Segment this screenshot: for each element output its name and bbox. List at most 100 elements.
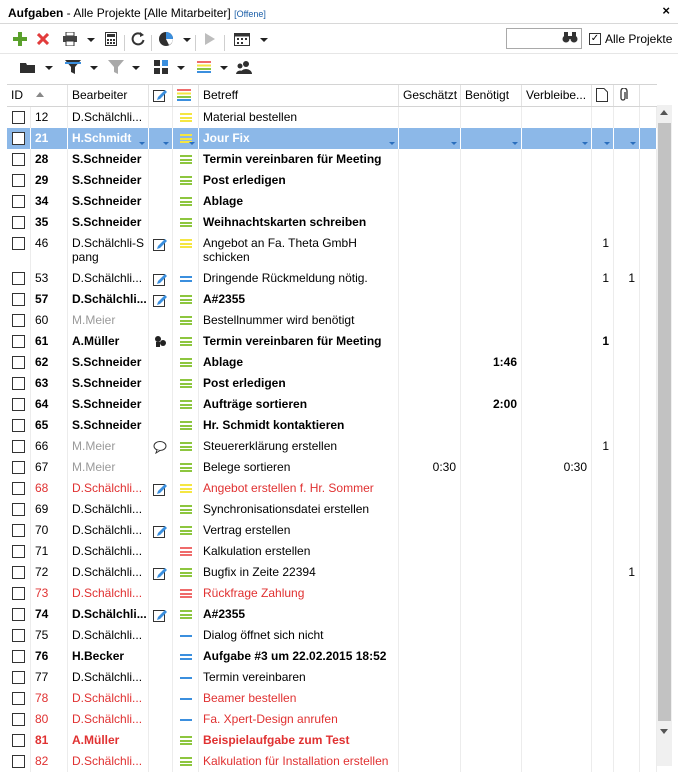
row-checkbox[interactable]	[12, 608, 25, 621]
table-row[interactable]: 60 M.Meier Bestellnummer wird benötigt	[7, 310, 657, 331]
vertical-scrollbar[interactable]	[657, 105, 672, 766]
calculator-icon[interactable]	[101, 29, 121, 49]
col-verbleibend[interactable]: Verbleibe...	[522, 85, 592, 106]
row-checkbox[interactable]	[12, 650, 25, 663]
users-icon[interactable]	[234, 57, 254, 77]
row-checkbox[interactable]	[12, 237, 25, 250]
cell-dropdown-icon[interactable]	[630, 142, 636, 145]
table-row[interactable]: 61 A.Müller Termin vereinbaren für Meeting…	[7, 331, 657, 352]
row-checkbox[interactable]	[12, 356, 25, 369]
row-checkbox[interactable]	[12, 482, 25, 495]
table-row[interactable]: 75 D.Schälchli... Dialog öffnet sich nicht	[7, 625, 657, 646]
scrollbar-thumb[interactable]	[658, 123, 671, 721]
row-checkbox[interactable]	[12, 398, 25, 411]
edit-note-icon[interactable]	[153, 272, 167, 286]
table-row[interactable]: 82 D.Schälchli... Kalkulation für Installa…	[7, 751, 657, 772]
table-row[interactable]: 21 H.Schmidt Jour Fix	[7, 128, 657, 149]
row-checkbox[interactable]	[12, 272, 25, 285]
group-dropdown-icon[interactable]	[177, 66, 185, 70]
table-row[interactable]: 29 S.Schneider Post erledigen	[7, 170, 657, 191]
row-checkbox[interactable]	[12, 629, 25, 642]
cell-dropdown-icon[interactable]	[604, 142, 610, 145]
row-checkbox[interactable]	[12, 713, 25, 726]
alle-projekte-label[interactable]: Alle Projekte	[605, 32, 672, 46]
col-bearbeiter[interactable]: Bearbeiter	[68, 85, 149, 106]
table-row[interactable]: 63 S.Schneider Post erledigen	[7, 373, 657, 394]
table-row[interactable]: 35 S.Schneider Weihnachtskarten schreiben	[7, 212, 657, 233]
filter-icon[interactable]	[106, 57, 126, 77]
table-row[interactable]: 77 D.Schälchli... Termin vereinbaren	[7, 667, 657, 688]
col-documents[interactable]	[592, 85, 614, 106]
row-checkbox[interactable]	[12, 153, 25, 166]
row-checkbox[interactable]	[12, 734, 25, 747]
scroll-down-icon[interactable]	[660, 729, 668, 734]
chart-dropdown-icon[interactable]	[183, 38, 191, 42]
close-icon[interactable]: ×	[662, 3, 670, 18]
group-icon[interactable]	[151, 57, 171, 77]
filter-active-icon[interactable]	[63, 57, 83, 77]
table-row[interactable]: 70 D.Schälchli... Vertrag erstellen	[7, 520, 657, 541]
table-row[interactable]: 65 S.Schneider Hr. Schmidt kontaktieren	[7, 415, 657, 436]
priority-dropdown-icon[interactable]	[220, 66, 228, 70]
table-row[interactable]: 69 D.Schälchli... Synchronisationsdatei er…	[7, 499, 657, 520]
row-checkbox[interactable]	[12, 440, 25, 453]
row-checkbox[interactable]	[12, 524, 25, 537]
binoculars-icon[interactable]	[562, 31, 578, 46]
row-checkbox[interactable]	[12, 174, 25, 187]
table-row[interactable]: 68 D.Schälchli... Angebot erstellen f. Hr.…	[7, 478, 657, 499]
row-checkbox[interactable]	[12, 545, 25, 558]
col-betreff[interactable]: Betreff	[199, 85, 399, 106]
cell-dropdown-icon[interactable]	[163, 142, 169, 145]
row-checkbox[interactable]	[12, 335, 25, 348]
print-icon[interactable]	[60, 29, 80, 49]
edit-note-icon[interactable]	[153, 608, 167, 622]
filter2-dropdown-icon[interactable]	[132, 66, 140, 70]
table-row[interactable]: 73 D.Schälchli... Rückfrage Zahlung	[7, 583, 657, 604]
calendar-dropdown-icon[interactable]	[260, 38, 268, 42]
priority-icon[interactable]	[194, 57, 214, 77]
cell-dropdown-icon[interactable]	[189, 142, 195, 145]
edit-note-icon[interactable]	[153, 237, 167, 251]
col-geschaetzt[interactable]: Geschätzt	[399, 85, 461, 106]
row-checkbox[interactable]	[12, 216, 25, 229]
cell-dropdown-icon[interactable]	[512, 142, 518, 145]
row-checkbox[interactable]	[12, 195, 25, 208]
calendar-icon[interactable]	[232, 29, 252, 49]
row-checkbox[interactable]	[12, 111, 25, 124]
title-filter[interactable]: [Offene]	[234, 9, 266, 19]
row-checkbox[interactable]	[12, 755, 25, 768]
cell-dropdown-icon[interactable]	[139, 142, 145, 145]
cell-dropdown-icon[interactable]	[582, 142, 588, 145]
row-checkbox[interactable]	[12, 461, 25, 474]
table-row[interactable]: 62 S.Schneider Ablage 1:46	[7, 352, 657, 373]
table-row[interactable]: 80 D.Schälchli... Fa. Xpert-Design anrufen	[7, 709, 657, 730]
table-row[interactable]: 46 D.Schälchli-S pang Angebot an Fa. Theta …	[7, 233, 657, 268]
col-id[interactable]: ID	[7, 85, 68, 106]
table-row[interactable]: 34 S.Schneider Ablage	[7, 191, 657, 212]
row-checkbox[interactable]	[12, 377, 25, 390]
row-checkbox[interactable]	[12, 293, 25, 306]
table-row[interactable]: 78 D.Schälchli... Beamer bestellen	[7, 688, 657, 709]
edit-note-icon[interactable]	[153, 293, 167, 307]
table-row[interactable]: 76 H.Becker Aufgabe #3 um 22.02.2015 18:52	[7, 646, 657, 667]
pie-chart-icon[interactable]	[156, 29, 176, 49]
col-edit[interactable]	[149, 85, 173, 106]
row-checkbox[interactable]	[12, 419, 25, 432]
folder-dropdown-icon[interactable]	[45, 66, 53, 70]
delete-icon[interactable]	[33, 29, 53, 49]
cell-dropdown-icon[interactable]	[451, 142, 457, 145]
table-row[interactable]: 28 S.Schneider Termin vereinbaren für Meet…	[7, 149, 657, 170]
table-row[interactable]: 64 S.Schneider Aufträge sortieren 2:00	[7, 394, 657, 415]
play-icon[interactable]	[202, 29, 218, 49]
col-attachments[interactable]	[614, 85, 640, 106]
cell-dropdown-icon[interactable]	[389, 142, 395, 145]
row-checkbox[interactable]	[12, 566, 25, 579]
table-row[interactable]: 74 D.Schälchli... A#2355	[7, 604, 657, 625]
row-checkbox[interactable]	[12, 692, 25, 705]
table-row[interactable]: 57 D.Schälchli... A#2355	[7, 289, 657, 310]
refresh-icon[interactable]	[128, 29, 148, 49]
table-row[interactable]: 53 D.Schälchli... Dringende Rückmeldung nö…	[7, 268, 657, 289]
row-checkbox[interactable]	[12, 671, 25, 684]
table-row[interactable]: 67 M.Meier Belege sortieren 0:30 0:30	[7, 457, 657, 478]
table-row[interactable]: 81 A.Müller Beispielaufgabe zum Test	[7, 730, 657, 751]
